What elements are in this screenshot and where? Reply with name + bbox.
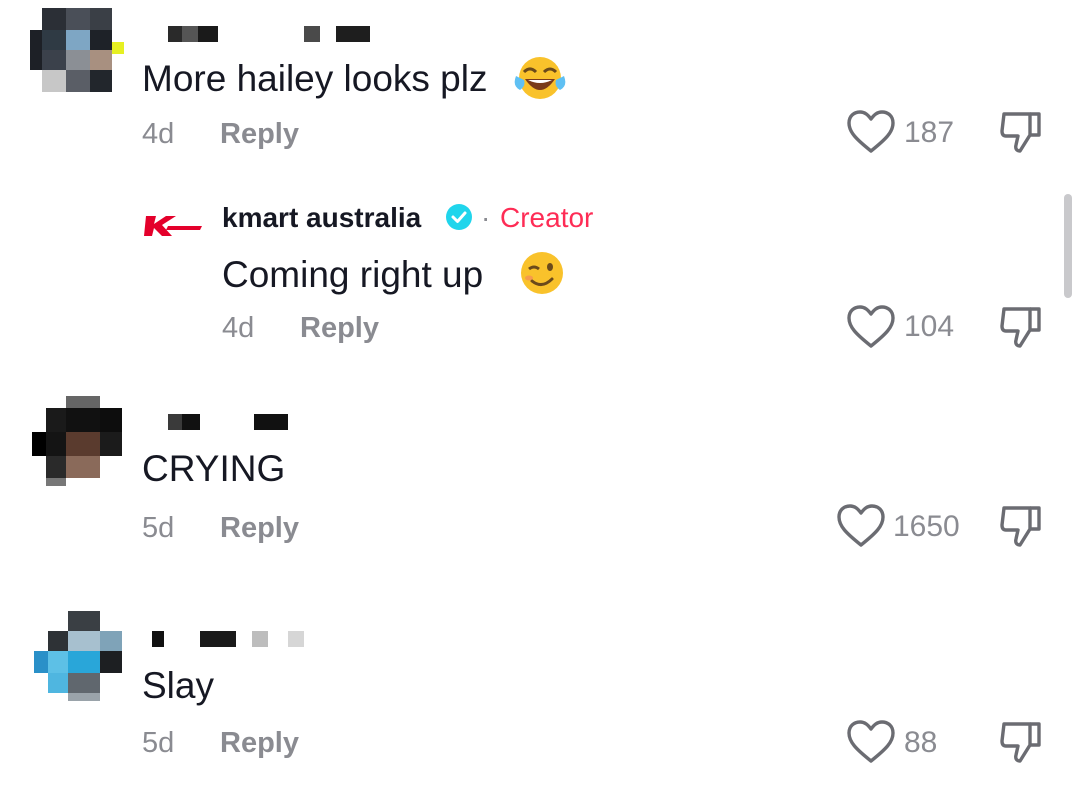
- like-count: 88: [904, 726, 938, 759]
- comment-text: More hailey looks plz: [142, 60, 487, 97]
- creator-badge: Creator: [500, 202, 594, 233]
- face-with-tears-of-joy-icon: [514, 57, 566, 99]
- like-count: 187: [904, 116, 955, 149]
- comment-body: Slay: [142, 665, 214, 706]
- comment-body: More hailey looks plz: [142, 58, 488, 99]
- heart-icon[interactable]: [836, 503, 886, 549]
- username-redacted[interactable]: [152, 631, 312, 647]
- heart-icon[interactable]: [846, 109, 896, 155]
- username-redacted[interactable]: [168, 26, 378, 42]
- reply-button[interactable]: Reply: [220, 514, 299, 543]
- reply-button[interactable]: Reply: [220, 729, 299, 758]
- like-count: 1650: [893, 510, 960, 543]
- scrollbar[interactable]: [1064, 194, 1072, 298]
- reply-button[interactable]: Reply: [220, 120, 299, 149]
- reply-button[interactable]: Reply: [300, 314, 379, 343]
- heart-icon[interactable]: [846, 719, 896, 765]
- comment-time: 5d: [142, 512, 175, 544]
- separator-dot: ·: [481, 202, 491, 233]
- comment-item: Slay 5d Reply 88: [0, 605, 1080, 794]
- heart-icon[interactable]: [846, 304, 896, 350]
- thumbs-down-icon[interactable]: [998, 304, 1044, 350]
- kmart-logo[interactable]: [144, 210, 204, 240]
- comment-body: Coming right up: [222, 254, 484, 295]
- reply-item: kmart australia · Creator Coming right u…: [0, 190, 1080, 370]
- comment-body: CRYING: [142, 448, 286, 489]
- comment-item: More hailey looks plz 4d Reply 187: [0, 0, 1080, 170]
- thumbs-down-icon[interactable]: [998, 719, 1044, 765]
- comment-text: CRYING: [142, 450, 285, 487]
- comment-item: CRYING 5d Reply 1650: [0, 390, 1080, 570]
- comment-text: Slay: [142, 667, 214, 704]
- like-count: 104: [904, 310, 955, 343]
- username-redacted[interactable]: [168, 414, 298, 430]
- comment-text: Coming right up: [222, 256, 483, 293]
- reply-author[interactable]: kmart australia: [222, 204, 421, 232]
- comment-time: 4d: [222, 312, 255, 344]
- avatar[interactable]: [34, 611, 124, 701]
- winking-face-icon: [521, 252, 563, 294]
- thumbs-down-icon[interactable]: [998, 503, 1044, 549]
- avatar[interactable]: [30, 8, 124, 98]
- thumbs-down-icon[interactable]: [998, 109, 1044, 155]
- comment-time: 4d: [142, 118, 175, 150]
- avatar[interactable]: [32, 396, 122, 486]
- comment-time: 5d: [142, 727, 175, 759]
- verified-badge-icon: [446, 204, 472, 230]
